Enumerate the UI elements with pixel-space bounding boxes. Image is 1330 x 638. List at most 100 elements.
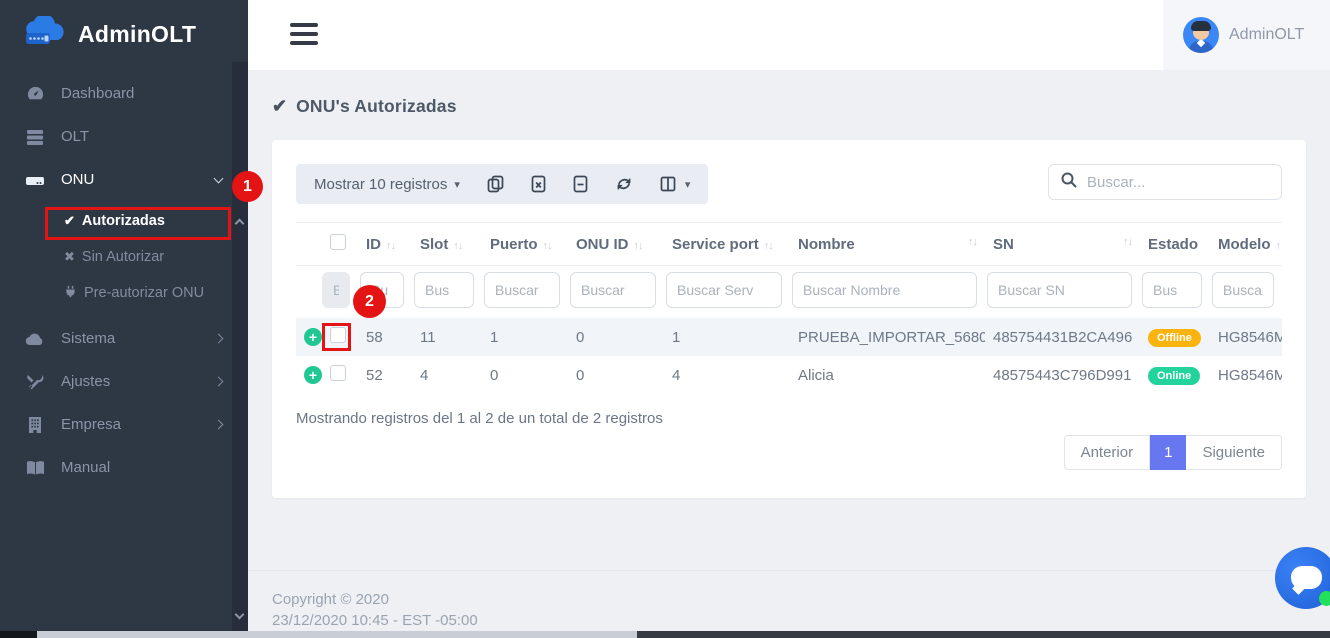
submenu-label: Autorizadas xyxy=(82,213,165,229)
sidebar-item-label: Sistema xyxy=(61,330,115,347)
col-estado[interactable]: Estado xyxy=(1140,223,1210,266)
online-indicator xyxy=(1319,591,1330,606)
user-menu[interactable]: AdminOLT xyxy=(1163,0,1330,70)
sidebar-item-onu[interactable]: ONU xyxy=(0,158,248,201)
sidebar-item-pre-autorizar[interactable]: Pre-autorizar ONU xyxy=(0,275,248,311)
filter-nombre-input[interactable] xyxy=(792,272,977,308)
col-nombre[interactable]: Nombre↑↓ xyxy=(790,223,985,266)
search-icon xyxy=(1061,172,1077,193)
cell-puerto: 0 xyxy=(482,356,568,394)
user-name: AdminOLT xyxy=(1229,26,1304,44)
sort-icon[interactable]: ↑↓ xyxy=(1276,240,1283,252)
cell-onu-id: 0 xyxy=(568,356,664,394)
next-page-button[interactable]: Siguiente xyxy=(1186,435,1282,470)
sidebar-item-autorizadas[interactable]: ✔ Autorizadas xyxy=(0,203,248,239)
chat-button[interactable] xyxy=(1275,547,1330,609)
sidebar-item-manual[interactable]: Manual xyxy=(0,446,248,489)
col-service-port[interactable]: Service port↑↓ xyxy=(664,223,790,266)
filter-puerto-input[interactable] xyxy=(484,272,560,308)
x-icon: ✖ xyxy=(64,249,75,265)
table-search xyxy=(1048,164,1282,200)
chevron-right-icon xyxy=(214,420,224,430)
cell-puerto: 1 xyxy=(482,318,568,356)
cell-modelo: HG8546M xyxy=(1210,318,1282,356)
cell-service-port: 4 xyxy=(664,356,790,394)
previous-page-button[interactable]: Anterior xyxy=(1064,435,1151,470)
column-visibility-button[interactable]: ▾ xyxy=(660,176,691,193)
book-icon xyxy=(24,460,46,476)
cell-slot: 4 xyxy=(412,356,482,394)
expand-row-button[interactable]: + xyxy=(304,328,322,346)
hamburger-menu-icon[interactable] xyxy=(290,23,318,50)
filter-onu-id-input[interactable] xyxy=(570,272,656,308)
dashboard-icon xyxy=(24,84,46,103)
sort-icon[interactable]: ↑↓ xyxy=(634,240,643,252)
table-summary: Mostrando registros del 1 al 2 de un tot… xyxy=(296,410,1282,427)
sidebar-item-olt[interactable]: OLT xyxy=(0,115,248,158)
submenu-label: Sin Autorizar xyxy=(82,249,164,265)
col-sn[interactable]: SN↑↓ xyxy=(985,223,1140,266)
page-number-button[interactable]: 1 xyxy=(1150,435,1186,470)
sidebar-item-empresa[interactable]: Empresa xyxy=(0,403,248,446)
check-icon: ✔ xyxy=(272,96,287,117)
filter-slot-input[interactable] xyxy=(414,272,474,308)
filter-id-input[interactable] xyxy=(360,272,404,308)
row-checkbox[interactable] xyxy=(330,327,346,343)
cell-service-port: 1 xyxy=(664,318,790,356)
onu-submenu: ✔ Autorizadas ✖ Sin Autorizar Pre-autori… xyxy=(0,201,248,317)
scrollbar-thumb[interactable] xyxy=(37,631,637,638)
copy-button[interactable] xyxy=(487,175,504,193)
col-puerto[interactable]: Puerto↑↓ xyxy=(482,223,568,266)
filter-service-port-input[interactable] xyxy=(666,272,782,308)
filter-sn-input[interactable] xyxy=(987,272,1132,308)
sort-icon[interactable]: ↑↓ xyxy=(453,240,462,252)
show-entries-dropdown[interactable]: Mostrar 10 registros ▾ xyxy=(314,176,460,193)
table-card: Mostrar 10 registros ▾ ▾ xyxy=(272,140,1306,498)
cell-nombre: PRUEBA_IMPORTAR_5680 xyxy=(790,318,985,356)
sort-icon[interactable]: ↑↓ xyxy=(543,240,552,252)
cell-id: 58 xyxy=(358,318,412,356)
filter-modelo-input[interactable] xyxy=(1212,272,1274,308)
sidebar-item-sin-autorizar[interactable]: ✖ Sin Autorizar xyxy=(0,239,248,275)
sidebar-item-dashboard[interactable]: Dashboard xyxy=(0,72,248,115)
sort-icon[interactable]: ↑↓ xyxy=(968,236,977,248)
scroll-down-icon[interactable] xyxy=(236,611,244,619)
sort-icon[interactable]: ↑↓ xyxy=(764,240,773,252)
copyright-text: Copyright © 2020 xyxy=(272,589,1306,610)
col-slot[interactable]: Slot↑↓ xyxy=(412,223,482,266)
caret-down-icon: ▾ xyxy=(685,178,691,191)
sidebar-item-label: OLT xyxy=(61,128,89,145)
export-excel-button[interactable] xyxy=(531,175,546,193)
search-input[interactable] xyxy=(1087,174,1286,191)
sort-icon[interactable]: ↑↓ xyxy=(386,240,395,252)
scroll-up-icon[interactable] xyxy=(236,220,244,228)
col-onu-id[interactable]: ONU ID↑↓ xyxy=(568,223,664,266)
brand[interactable]: AdminOLT xyxy=(0,0,248,66)
refresh-button[interactable] xyxy=(615,175,633,193)
avatar xyxy=(1183,17,1219,53)
col-modelo[interactable]: Modelo↑↓ xyxy=(1210,223,1282,266)
export-file-button[interactable] xyxy=(573,175,588,193)
col-id[interactable]: ID↑↓ xyxy=(358,223,412,266)
sidebar-item-label: Empresa xyxy=(61,416,121,433)
brand-name: AdminOLT xyxy=(78,21,196,48)
status-badge: Offline xyxy=(1148,329,1201,347)
row-checkbox[interactable] xyxy=(330,365,346,381)
status-badge: Online xyxy=(1148,367,1200,385)
plug-icon xyxy=(64,285,77,301)
cell-modelo: HG8546M xyxy=(1210,356,1282,394)
timestamp-text: 23/12/2020 10:45 - EST -05:00 xyxy=(272,610,1306,631)
select-all-checkbox[interactable] xyxy=(330,234,346,250)
sidebar-scrollbar[interactable] xyxy=(232,62,248,631)
cell-onu-id: 0 xyxy=(568,318,664,356)
chevron-right-icon xyxy=(214,377,224,387)
sort-icon[interactable]: ↑↓ xyxy=(1123,236,1132,248)
sidebar-item-sistema[interactable]: Sistema xyxy=(0,317,248,360)
page-title: ONU's Autorizadas xyxy=(296,96,457,117)
expand-row-button[interactable]: + xyxy=(304,366,322,384)
onu-table: ID↑↓ Slot↑↓ Puerto↑↓ ONU ID↑↓ Service po… xyxy=(296,222,1282,394)
sidebar-item-ajustes[interactable]: Ajustes xyxy=(0,360,248,403)
filter-estado-input[interactable] xyxy=(1142,272,1202,308)
tools-icon xyxy=(24,373,46,391)
horizontal-scrollbar[interactable] xyxy=(0,631,1330,638)
